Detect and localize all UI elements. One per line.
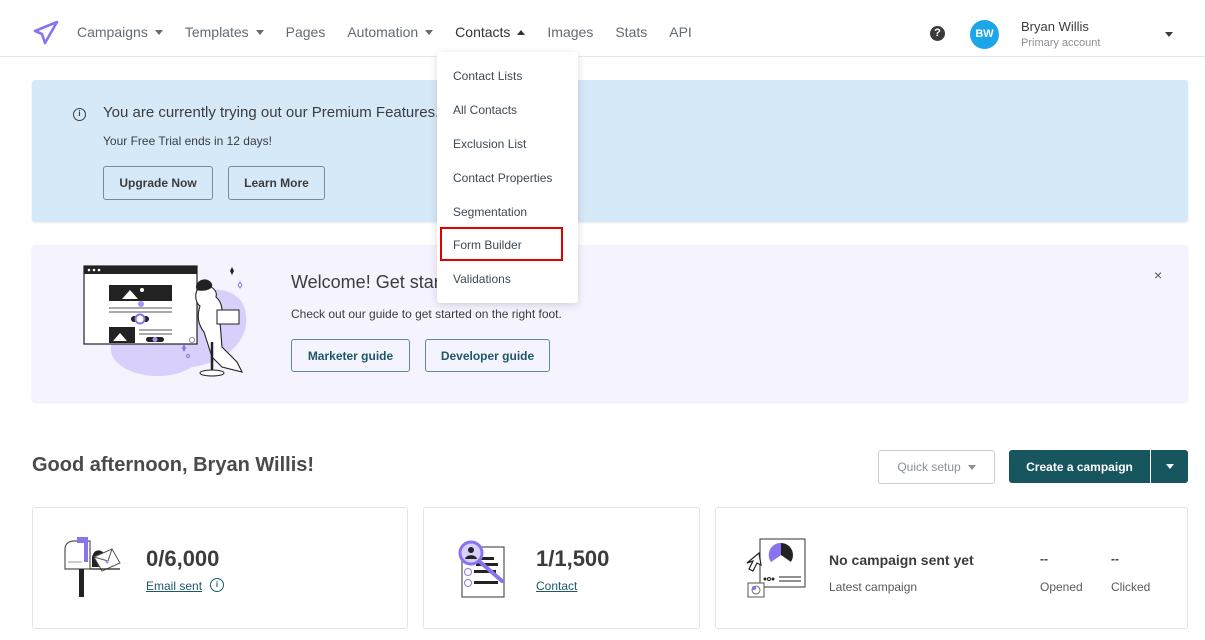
nav-templates[interactable]: Templates [185,24,264,40]
help-icon[interactable]: ? [930,26,945,41]
trial-banner [32,80,1188,222]
opened-label: Opened [1040,580,1083,594]
caret-down-icon [967,464,976,470]
upgrade-now-button[interactable]: Upgrade Now [103,166,213,200]
trial-title: You are currently trying out our Premium… [103,104,440,121]
learn-more-button[interactable]: Learn More [228,166,325,200]
menu-item-segmentation[interactable]: Segmentation [453,205,527,219]
menu-item-exclusion-list[interactable]: Exclusion List [453,137,526,151]
nav-contacts-label: Contacts [455,24,511,40]
mailbox-icon [64,537,121,597]
create-campaign-options-button[interactable] [1151,450,1188,483]
close-icon[interactable]: × [1154,267,1162,283]
nav-api[interactable]: API [669,24,692,40]
nav-pages-label: Pages [285,24,326,40]
caret-down-icon [154,29,163,35]
paper-plane-icon[interactable] [32,20,60,46]
campaign-report-icon [746,538,806,598]
nav-images[interactable]: Images [547,24,593,40]
menu-item-all-contacts[interactable]: All Contacts [453,103,517,117]
create-campaign-button[interactable]: Create a campaign [1009,450,1150,483]
top-navigation: Campaigns Templates Pages Automation Con… [0,0,1205,57]
contacts-value: 1/1,500 [536,546,610,571]
caret-down-icon [425,29,434,35]
welcome-subtitle: Check out our guide to get started on th… [291,307,562,321]
main-menu: Campaigns Templates Pages Automation Con… [77,24,714,40]
menu-item-contact-lists[interactable]: Contact Lists [453,69,522,83]
contacts-dropdown-menu: Contact Lists All Contacts Exclusion Lis… [437,52,578,303]
nav-api-label: API [669,24,692,40]
nav-campaigns-label: Campaigns [77,24,148,40]
menu-item-form-builder[interactable]: Form Builder [453,238,522,252]
contact-link[interactable]: Contact [536,579,577,593]
nav-images-label: Images [547,24,594,40]
email-sent-link[interactable]: Email sent [146,579,202,593]
clicked-label: Clicked [1111,580,1151,594]
greeting-heading: Good afternoon, Bryan Willis! [32,454,315,476]
nav-pages[interactable]: Pages [286,24,326,40]
marketer-guide-button[interactable]: Marketer guide [291,339,410,372]
nav-templates-label: Templates [184,24,249,40]
emails-sent-value: 0/6,000 [146,546,220,571]
caret-down-icon [255,29,264,35]
woman-with-laptop-illustration [83,265,247,377]
developer-guide-button[interactable]: Developer guide [425,339,550,372]
campaign-title: No campaign sent yet [829,552,974,568]
campaign-subtitle: Latest campaign [829,580,918,594]
nav-stats-label: Stats [615,24,648,40]
contact-search-icon [458,540,505,598]
menu-item-contact-properties[interactable]: Contact Properties [453,171,552,185]
trial-subtitle: Your Free Trial ends in 12 days! [103,134,272,148]
menu-item-validations[interactable]: Validations [453,272,511,286]
clicked-value: -- [1111,552,1119,566]
account-type: Primary account [1021,37,1101,49]
nav-stats[interactable]: Stats [615,24,647,40]
nav-automation-label: Automation [347,24,419,40]
nav-contacts[interactable]: Contacts [455,24,526,40]
account-menu-caret-icon[interactable] [1165,32,1173,37]
quick-setup-label: Quick setup [897,460,961,474]
info-icon[interactable]: i [210,578,224,592]
quick-setup-dropdown[interactable]: Quick setup [878,450,995,484]
user-name[interactable]: Bryan Willis [1021,19,1089,34]
avatar[interactable]: BW [970,20,999,49]
caret-up-icon [517,29,526,35]
nav-campaigns[interactable]: Campaigns [77,24,163,40]
info-icon: i [73,108,86,121]
opened-value: -- [1040,552,1048,566]
caret-down-icon [1165,464,1174,469]
nav-automation[interactable]: Automation [347,24,434,40]
